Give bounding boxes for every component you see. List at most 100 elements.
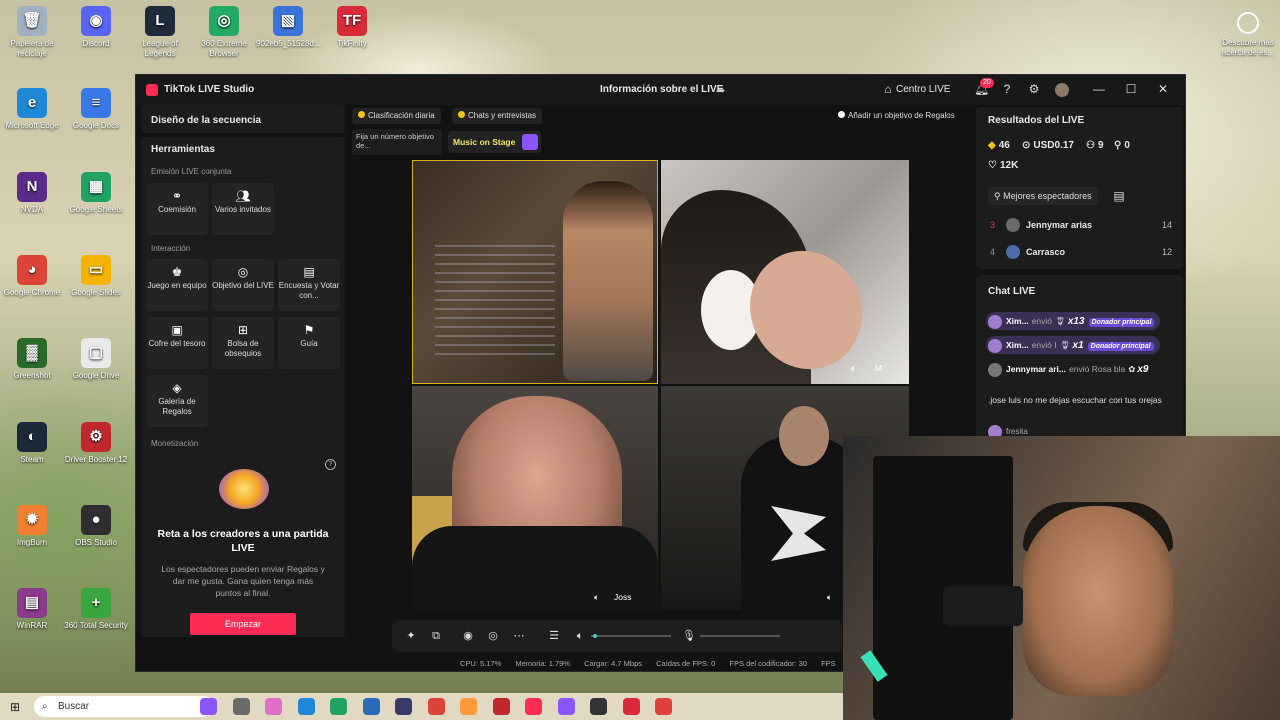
taskbar-app-icon[interactable] (427, 698, 445, 715)
coin-icon: ⊙ (1022, 140, 1031, 151)
stream-control-bar: ✦ ⧉ ◉ ◎ ⋯ ☰ 🔈︎ 🎙︎ (392, 620, 842, 652)
live-info-title[interactable]: Información sobre el LIVE (600, 84, 723, 95)
speaker-icon[interactable]: 🔈︎ (827, 592, 832, 603)
speaker-icon[interactable]: 🔈︎ (594, 592, 599, 603)
goal-tile[interactable]: Fija un número objetivo de... (352, 129, 442, 155)
desktop-icon[interactable]: L League of Legends (128, 6, 192, 59)
centro-live-button[interactable]: Centro LIVE (896, 84, 950, 95)
desktop-icon-label: 360 Extreme Browser (201, 39, 247, 58)
desktop-icon-label: TikFinity (337, 39, 367, 48)
app-icon: ▢ (81, 338, 111, 368)
desktop-icon[interactable]: N NVDA (0, 172, 64, 215)
tool-bolsa[interactable]: ⊞ Bolsa de obsequios (212, 317, 274, 369)
taskbar-app-icon[interactable] (362, 698, 380, 715)
bulb-icon (838, 111, 845, 118)
close-icon[interactable]: ✕ (1156, 82, 1170, 96)
tool-juego-en-equipo[interactable]: ♚ Juego en equipo (146, 259, 208, 311)
taskbar-app-icon[interactable] (297, 698, 315, 715)
desktop-icon[interactable]: ▦ Google Sheets (64, 172, 128, 215)
effects-icon[interactable]: ✦ (404, 629, 418, 643)
video-tile-host[interactable] (412, 160, 658, 384)
mic-slider[interactable] (700, 635, 780, 637)
avatar[interactable] (1055, 83, 1069, 97)
taskbar-search[interactable]: ⌕ Buscar (34, 696, 214, 717)
taskbar-app-icon[interactable] (265, 698, 282, 715)
desktop-icon[interactable]: ✹ ImgBurn (0, 505, 64, 548)
speaker-icon[interactable]: 🔈︎ (851, 363, 856, 374)
desktop-icon[interactable]: ◉ Discord (64, 6, 128, 49)
desktop-icon[interactable]: ≡ Google Docs (64, 88, 128, 131)
list-item[interactable]: 3 Jennymar arias 14 (988, 215, 1174, 235)
chat-gift-row[interactable]: Jennymar ari... envió Rosa bla ✿ x9 (986, 360, 1149, 378)
desktop-icon[interactable]: +360 Total Security (64, 588, 128, 631)
desktop-icon[interactable]: ▓ Greenshot (0, 338, 64, 381)
desktop-icon[interactable]: ● OBS Studio (64, 505, 128, 548)
desktop-icon[interactable]: ⚙ Driver Booster 12 (64, 422, 128, 465)
clip-icon[interactable]: ◎ (486, 629, 500, 643)
top-viewers-button[interactable]: ⚲ Mejores espectadores (988, 187, 1098, 205)
desktop-icon-label: NVDA (20, 205, 44, 214)
list-icon[interactable]: ▤ (1112, 189, 1126, 203)
start-button[interactable]: Empezar (190, 613, 296, 635)
taskbar-app-icon[interactable] (655, 698, 672, 715)
mic-icon[interactable]: 🎙︎ (682, 629, 696, 643)
taskbar-app-icon[interactable] (492, 698, 510, 715)
taskbar-app-icon[interactable] (525, 698, 542, 715)
volume-knob[interactable] (593, 634, 597, 638)
list-item[interactable]: 4 Carrasco 12 (988, 242, 1174, 262)
layout-icon[interactable]: ⧉ (429, 629, 443, 643)
tool-objetivo[interactable]: ◎ Objetivo del LIVE (212, 259, 274, 311)
desktop-icon[interactable]: TF TikFinity (320, 6, 384, 49)
record-icon[interactable]: ◉ (461, 629, 475, 643)
share-icon[interactable]: ➦ (716, 84, 725, 97)
volume-icon[interactable]: 🔈︎ (573, 629, 587, 643)
video-tile-guest-1[interactable]: 🔈︎ M (661, 160, 909, 384)
desktop-icon[interactable]: ▧ 902eb5_51528d... (256, 6, 321, 49)
chat-gift-row[interactable]: Xim... envió 🌹︎ x13 Donador principal (986, 312, 1161, 330)
tool-cofre[interactable]: ▣ Cofre del tesoro (146, 317, 208, 369)
desktop-icon[interactable]: ◐ Steam (0, 422, 64, 465)
chat-gift-row[interactable]: Xim... envió I 🌹︎ x1 Donador principal (986, 336, 1160, 354)
volume-slider[interactable] (591, 634, 671, 638)
desktop-icon-label: Greenshot (13, 371, 51, 380)
taskbar-app-icon[interactable] (590, 698, 607, 715)
settings-sliders-icon[interactable]: ☰ (547, 629, 561, 643)
tool-galeria[interactable]: ◈ Galería de Regalos (146, 375, 208, 427)
tool-coemision[interactable]: ⚭ Coemisión (146, 183, 208, 235)
desktop-icon[interactable]: e Microsoft Edge (0, 88, 64, 131)
help-icon[interactable]: ? (325, 459, 336, 470)
more-icon[interactable]: ⋯ (512, 629, 526, 643)
desktop-icon[interactable]: ▭ Google Slides (64, 255, 128, 298)
gear-icon[interactable]: ⚙ (1027, 82, 1041, 96)
desktop-icon-label: Google Drive (72, 371, 120, 380)
desktop-spotlight-link[interactable]: Descubre más acerca de es... (1216, 8, 1280, 58)
maximize-icon[interactable]: ☐ (1124, 82, 1138, 96)
desktop-icon[interactable]: ▤ WinRAR (0, 588, 64, 631)
chat-message: .jose luis no me dejas escuchar con tus … (988, 395, 1162, 405)
taskbar-app-icon[interactable] (460, 698, 477, 715)
minimize-icon[interactable]: — (1092, 82, 1106, 96)
taskbar-app-icon[interactable] (557, 698, 575, 715)
taskbar-app-icon[interactable] (232, 698, 250, 715)
taskbar-app-icon[interactable] (200, 698, 217, 715)
tool-varios-invitados[interactable]: 👥︎ Varios invitados (212, 183, 274, 235)
taskbar-app-icon[interactable] (330, 698, 347, 715)
music-on-stage-button[interactable]: Music on Stage (448, 131, 542, 153)
taskbar-app-icon[interactable] (395, 698, 412, 715)
home-icon[interactable]: ⌂ (881, 82, 895, 96)
add-gift-goal-chip[interactable]: Añadir un objetivo de Regalos (832, 108, 961, 124)
taskbar-app-icon[interactable] (622, 698, 640, 715)
daily-ranking-chip[interactable]: Clasificación diaria (352, 108, 441, 124)
desktop-icon[interactable]: 🗑 Papelera de reciclaje (0, 6, 64, 59)
desktop-icon[interactable]: ◕ Google Chrome (0, 255, 64, 298)
tool-encuesta[interactable]: ▤ Encuesta y Votar con... (278, 259, 340, 311)
help-icon[interactable]: ? (1000, 82, 1014, 96)
video-tile-guest-2[interactable]: 🔈︎ Joss (412, 386, 658, 610)
battle-illustration (219, 469, 269, 509)
users-icon: 👥︎ (235, 189, 251, 203)
chats-chip[interactable]: Chats y entrevistas (452, 108, 543, 124)
desktop-icon[interactable]: ▢ Google Drive (64, 338, 128, 381)
windows-start-icon[interactable]: ⊞ (10, 700, 20, 714)
tool-guia[interactable]: ⚑ Guía (278, 317, 340, 369)
desktop-icon[interactable]: ◎ 360 Extreme Browser (192, 6, 256, 59)
